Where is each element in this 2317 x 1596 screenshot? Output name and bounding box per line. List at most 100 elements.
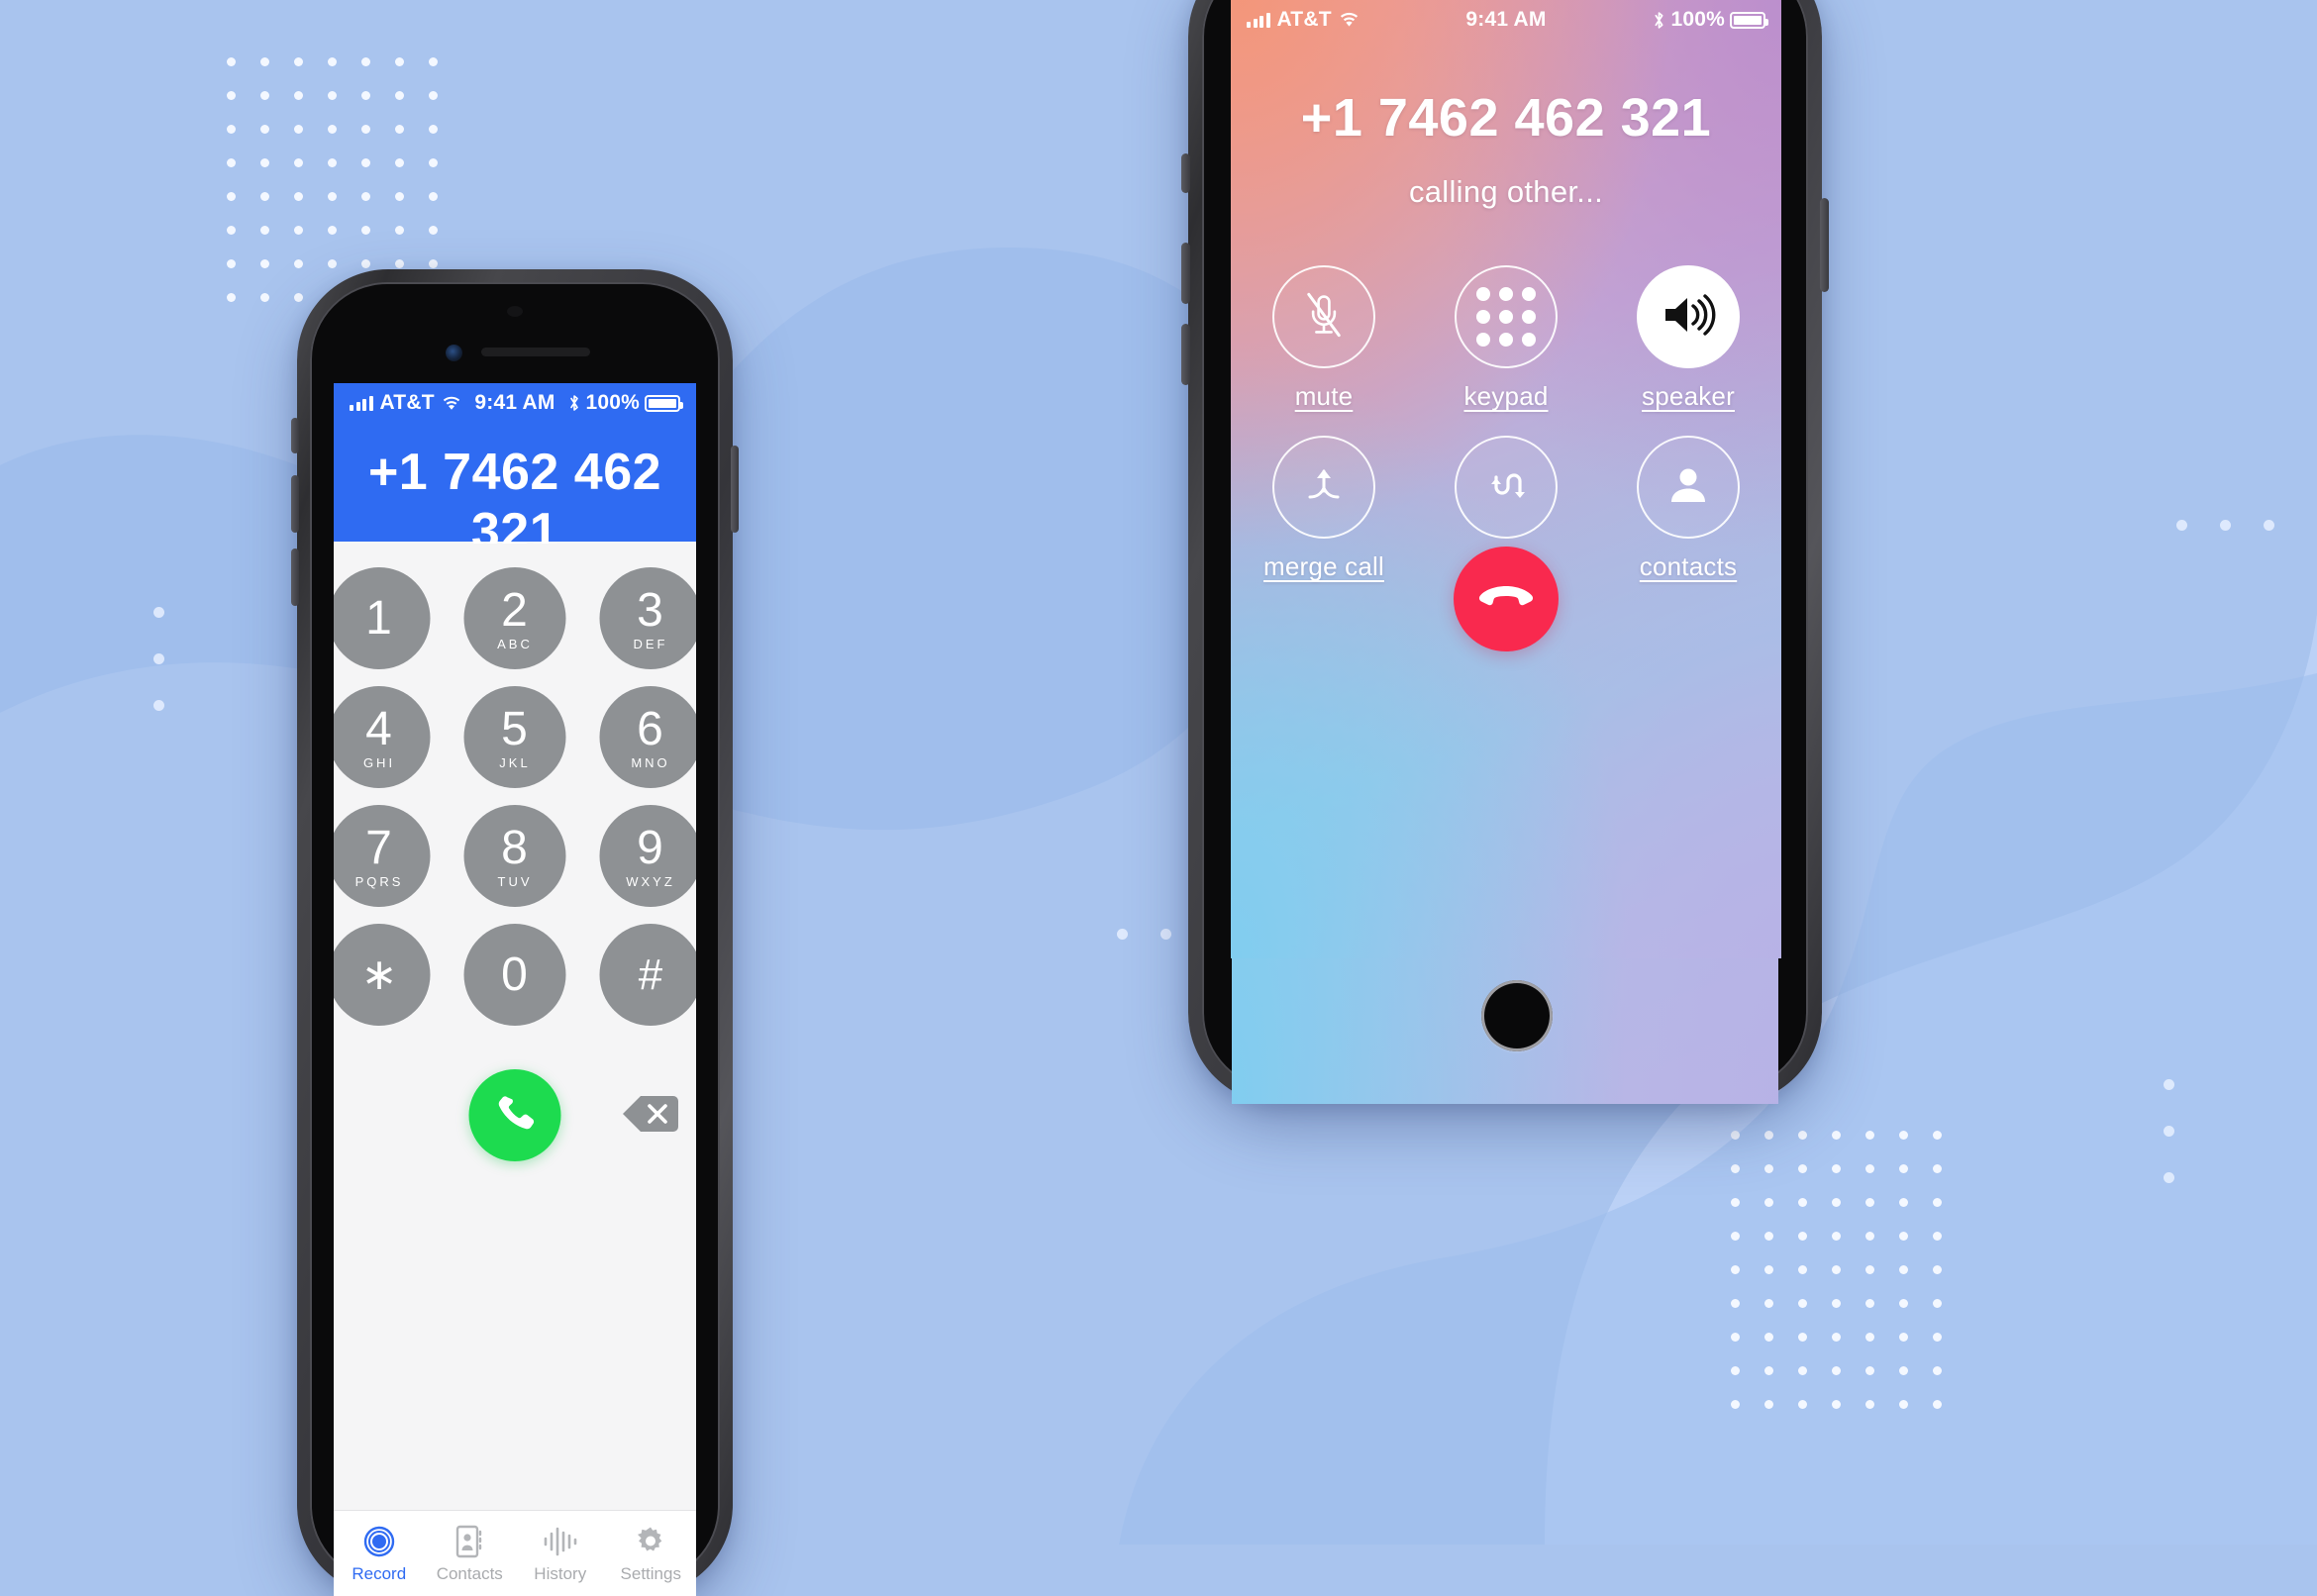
keypad-key-digit: 8 (501, 821, 529, 874)
backspace-delete-icon (621, 1093, 680, 1140)
keypad-key-1[interactable]: 1 (334, 567, 431, 669)
control-contacts[interactable]: contacts (1614, 436, 1763, 582)
control-keypad[interactable]: keypad (1432, 265, 1580, 412)
keypad-key-8[interactable]: 8 TUV (463, 805, 566, 907)
home-button-icon[interactable] (1481, 980, 1553, 1051)
bluetooth-icon (1653, 11, 1665, 30)
keypad-key-0[interactable]: 0 (463, 924, 566, 1026)
contacts-label: contacts (1639, 551, 1738, 581)
signal-bars-icon (350, 395, 373, 411)
keypad-key-letters: GHI (362, 754, 396, 770)
merge-call-button-circle[interactable] (1272, 436, 1375, 539)
keypad-key-digit: 0 (501, 948, 529, 1001)
battery-percent-label: 100% (585, 391, 640, 414)
wifi-icon (442, 396, 461, 411)
tab-settings[interactable]: Settings (606, 1524, 697, 1584)
keypad-key-4[interactable]: 4 GHI (334, 686, 431, 788)
earpiece-speaker (481, 348, 590, 356)
tab-contacts-label: Contacts (436, 1563, 503, 1583)
control-mute[interactable]: mute (1250, 265, 1398, 412)
control-merge-call[interactable]: merge call (1250, 436, 1398, 582)
signal-bars-icon (1247, 12, 1270, 28)
tab-history[interactable]: History (515, 1524, 606, 1584)
keypad-key-digit: # (638, 949, 663, 999)
keypad-key-letters: DEF (633, 636, 668, 651)
wifi-icon (1339, 12, 1360, 28)
speaker-label: speaker (1642, 381, 1735, 411)
power-button-dialer[interactable] (731, 446, 739, 533)
keypad-area: 1 2 ABC 3 DEF 4 GHI 5 JKL 6 MNO 7 PQRS 8 TUV 9 WXYZ ∗ 0 # (334, 544, 696, 1596)
power-button[interactable] (1820, 198, 1829, 292)
call-number: +1 7462 462 321 (1300, 88, 1712, 148)
control-speaker[interactable]: speaker (1614, 265, 1763, 412)
gear-icon (634, 1524, 667, 1559)
keypad-key-5[interactable]: 5 JKL (463, 686, 566, 788)
keypad-key-digit: 2 (501, 583, 529, 637)
keypad-dots-icon (1476, 287, 1536, 347)
keypad-key-star[interactable]: ∗ (334, 924, 431, 1026)
carrier-label: AT&T (379, 391, 435, 414)
mute-button-circle[interactable] (1272, 265, 1375, 368)
speaker-button-circle[interactable] (1637, 265, 1740, 368)
backspace-button[interactable] (620, 1095, 681, 1137)
dialer-header: AT&T 9:41 AM 100% +1 7462 462 321 (334, 383, 696, 560)
bluetooth-icon (568, 394, 580, 412)
dot-grid-bottom-right (1731, 1131, 1966, 1434)
ring-silent-switch[interactable] (1181, 153, 1190, 193)
waveform-icon (543, 1524, 578, 1559)
status-bar-dialer: AT&T 9:41 AM 100% (334, 383, 696, 423)
keypad-key-7[interactable]: 7 PQRS (334, 805, 431, 907)
merge-arrow-icon (1300, 461, 1348, 514)
speaker-volume-icon (1660, 291, 1717, 344)
phone-handset-icon (493, 1091, 537, 1140)
end-call-handset-icon (1477, 580, 1535, 619)
tab-history-label: History (534, 1563, 587, 1583)
keypad-label: keypad (1463, 381, 1549, 411)
keypad-key-6[interactable]: 6 MNO (599, 686, 696, 788)
dialer-screen: AT&T 9:41 AM 100% +1 7462 462 321 1 2 AB… (334, 383, 696, 1596)
keypad-key-9[interactable]: 9 WXYZ (599, 805, 696, 907)
call-button[interactable] (468, 1069, 561, 1161)
person-silhouette-icon (1665, 462, 1711, 513)
keypad-key-letters: TUV (497, 873, 533, 889)
merge-call-label: merge call (1263, 551, 1384, 581)
keypad-key-digit: 5 (501, 702, 529, 755)
volume-up-button[interactable] (1181, 243, 1190, 304)
volume-up-button-dialer[interactable] (291, 475, 299, 533)
keypad-button-circle[interactable] (1455, 265, 1558, 368)
keypad-key-2[interactable]: 2 ABC (463, 567, 566, 669)
volume-down-button-dialer[interactable] (291, 549, 299, 606)
call-status-text: calling other... (1408, 174, 1604, 209)
in-call-screen: AT&T 9:41 AM 100% +1 7462 462 321 callin… (1231, 0, 1781, 958)
keypad-key-digit: 9 (637, 821, 664, 874)
volume-down-button[interactable] (1181, 324, 1190, 385)
contacts-button-circle[interactable] (1637, 436, 1740, 539)
proximity-sensor (507, 306, 523, 317)
keypad-key-letters: MNO (631, 754, 670, 770)
battery-full-icon (1730, 11, 1768, 29)
ring-silent-switch-dialer[interactable] (291, 418, 299, 453)
swap-button-circle[interactable] (1455, 436, 1558, 539)
tab-settings-label: Settings (620, 1563, 681, 1583)
tab-record[interactable]: Record (334, 1524, 425, 1584)
end-call-button[interactable] (1454, 547, 1559, 651)
address-book-icon (454, 1524, 484, 1559)
keypad-key-3[interactable]: 3 DEF (599, 567, 696, 669)
keypad-key-digit: 7 (365, 821, 393, 874)
record-circle-icon (362, 1524, 396, 1559)
status-bar-call: AT&T 9:41 AM 100% (1231, 0, 1781, 40)
swap-arrows-icon (1482, 461, 1530, 514)
keypad-grid: 1 2 ABC 3 DEF 4 GHI 5 JKL 6 MNO 7 PQRS 8 TUV 9 WXYZ ∗ 0 # (334, 567, 696, 1026)
call-controls-grid: mute keypad speaker merge call contacts (1250, 265, 1763, 582)
keypad-key-digit: 1 (365, 591, 393, 645)
keypad-key-digit: 6 (637, 702, 664, 755)
keypad-key-digit: ∗ (360, 949, 398, 999)
battery-full-icon (645, 394, 683, 412)
tab-contacts[interactable]: Contacts (425, 1524, 516, 1584)
keypad-key-digit: 3 (637, 583, 664, 637)
front-camera-icon (446, 345, 462, 361)
keypad-key-hash[interactable]: # (599, 924, 696, 1026)
microphone-muted-icon (1302, 290, 1346, 345)
carrier-label: AT&T (1276, 8, 1332, 31)
battery-percent-label: 100% (1670, 8, 1725, 31)
